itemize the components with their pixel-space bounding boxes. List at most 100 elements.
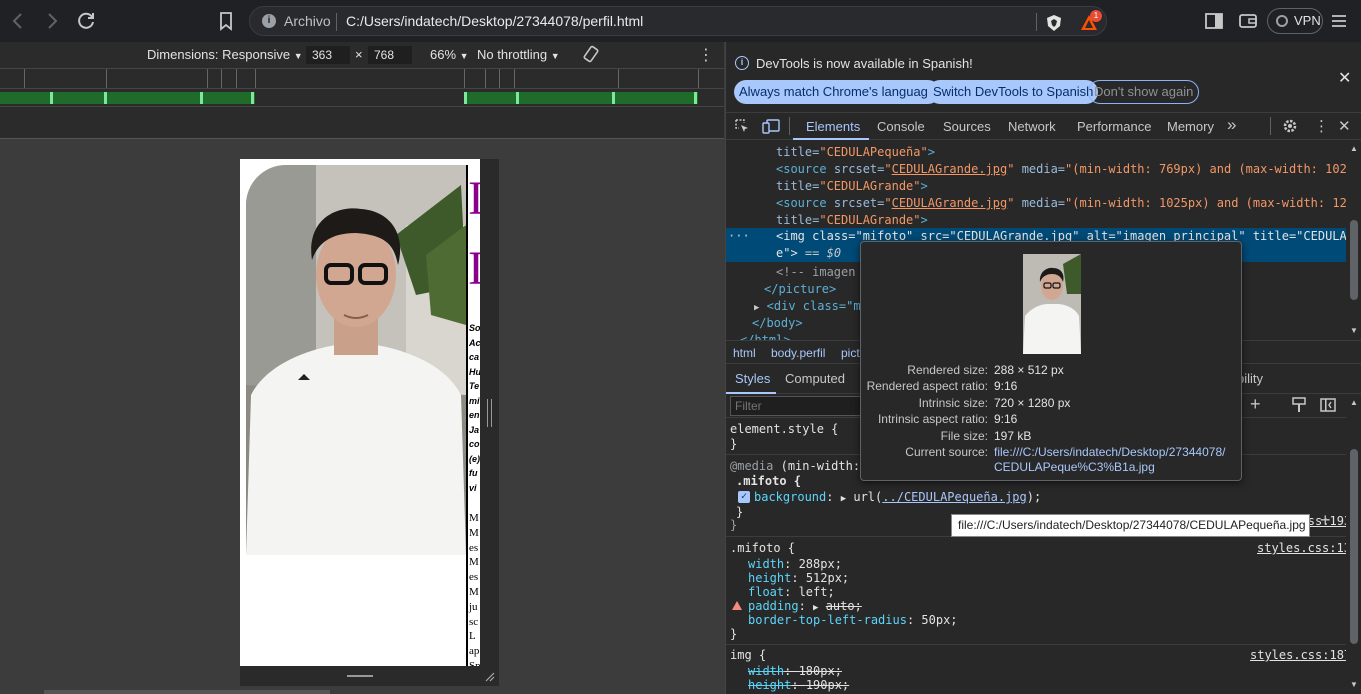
css-declaration[interactable]: height: 512px; <box>748 571 849 585</box>
css-declaration[interactable]: float: left; <box>748 585 835 599</box>
switch-language-button[interactable]: Switch DevTools to Spanish <box>928 80 1099 104</box>
tab-sources[interactable]: Sources <box>943 119 991 134</box>
menu-icon[interactable] <box>1327 9 1351 33</box>
scroll-down-icon[interactable]: ▼ <box>1350 680 1358 689</box>
dom-line[interactable]: </body> <box>752 315 803 332</box>
throttling-dropdown[interactable]: No throttling ▼ <box>477 47 560 62</box>
css-url-link[interactable]: ../CEDULAPequeña.jpg <box>882 490 1027 504</box>
devtools-tabs: Elements Console Sources Network Perform… <box>726 112 1361 140</box>
tab-memory[interactable]: Memory <box>1167 119 1214 134</box>
css-declaration[interactable]: width: 180px; <box>748 664 842 678</box>
vpn-button[interactable]: VPN <box>1267 8 1323 34</box>
dom-scrollbar[interactable]: ▲ ▼ <box>1346 140 1361 340</box>
scroll-down-icon[interactable]: ▼ <box>1350 326 1358 335</box>
tab-elements[interactable]: Elements <box>806 119 860 134</box>
dom-line[interactable]: title="CEDULAGrande"> <box>776 212 928 229</box>
reload-icon[interactable] <box>74 9 98 33</box>
breadcrumb-item[interactable]: html <box>733 346 756 360</box>
settings-gear-icon[interactable] <box>1282 118 1298 137</box>
dom-comment[interactable]: <!-- imagen p <box>776 264 870 281</box>
styles-scrollbar[interactable]: ▲ ▼ <box>1346 394 1361 694</box>
rotate-icon[interactable] <box>582 45 600 66</box>
expand-arrow-icon[interactable]: ▶ <box>813 603 818 613</box>
dom-line[interactable]: title="CEDULAPequeña"> <box>776 144 935 161</box>
expand-arrow-icon[interactable]: ▶ <box>841 494 846 504</box>
site-info-icon[interactable]: i <box>262 14 276 28</box>
times-sign: × <box>355 47 363 62</box>
rule-selector[interactable]: .mifoto { <box>736 474 801 488</box>
device-toolbar-icon[interactable] <box>762 118 780 137</box>
tooltip-source-link[interactable]: CEDULAPeque%C3%B1a.jpg <box>994 459 1155 475</box>
breadcrumb-item[interactable]: body.perfil <box>771 346 825 360</box>
dont-show-again-button[interactable]: Don't show again <box>1088 80 1200 104</box>
resize-handle-right[interactable] <box>480 159 499 686</box>
css-declaration[interactable]: width: 288px; <box>748 557 842 571</box>
url-tooltip: file:///C:/Users/indatech/Desktop/273440… <box>951 514 1310 537</box>
forward-icon[interactable] <box>40 9 64 33</box>
rule-selector[interactable]: img { <box>730 648 766 662</box>
expand-arrow-icon[interactable]: ▶ <box>754 303 759 313</box>
bookmark-icon[interactable] <box>214 9 238 33</box>
brave-rewards-icon[interactable]: 1 <box>1080 10 1102 32</box>
css-declaration[interactable]: border-top-left-radius: 50px; <box>748 613 958 627</box>
url-text[interactable]: C:/Users/indatech/Desktop/27344078/perfi… <box>346 13 643 29</box>
srcset-link[interactable]: CEDULAGrande.jpg <box>892 196 1008 210</box>
horizontal-scrollbar[interactable] <box>44 690 330 694</box>
dom-line[interactable]: title="CEDULAGrande"> <box>776 178 928 195</box>
tag-name: <source <box>776 196 827 210</box>
scroll-thumb[interactable] <box>1350 220 1358 300</box>
zoom-dropdown[interactable]: 66% ▼ <box>430 47 469 62</box>
scroll-up-icon[interactable]: ▲ <box>1350 144 1358 153</box>
corner-resize-icon[interactable] <box>483 670 495 682</box>
paint-brush-icon[interactable] <box>1292 397 1306 416</box>
height-input[interactable] <box>368 46 412 64</box>
inspect-element-icon[interactable] <box>734 118 750 137</box>
add-property-icon[interactable]: + <box>1320 510 1331 531</box>
warning-icon[interactable] <box>732 601 742 610</box>
back-icon[interactable] <box>6 9 30 33</box>
tab-network[interactable]: Network <box>1008 119 1056 134</box>
source-link[interactable]: styles.css:187 <box>1250 648 1346 662</box>
wallet-icon[interactable] <box>1236 9 1260 33</box>
drag-handle-icon[interactable] <box>487 399 492 427</box>
media-query-bar-min-width[interactable] <box>0 88 724 106</box>
tab-computed[interactable]: Computed <box>785 371 845 386</box>
close-devtools-icon[interactable]: ✕ <box>1338 117 1351 135</box>
resize-handle-bottom[interactable] <box>240 666 499 686</box>
scroll-up-icon[interactable]: ▲ <box>1350 398 1358 407</box>
more-tabs-icon[interactable]: » <box>1227 115 1236 135</box>
drag-handle-icon[interactable] <box>347 675 373 677</box>
tab-performance[interactable]: Performance <box>1077 119 1151 134</box>
new-rule-icon[interactable]: + <box>1250 394 1261 415</box>
rule-selector[interactable]: .mifoto { <box>730 541 795 555</box>
more-options-icon[interactable]: ⋮ <box>1314 117 1329 135</box>
media-range-bar[interactable] <box>464 92 698 104</box>
dimensions-dropdown[interactable]: Dimensions: Responsive ▼ <box>147 47 303 62</box>
node-actions-icon[interactable]: ··· <box>728 228 750 245</box>
element-style-selector[interactable]: element.style { <box>730 422 838 436</box>
scroll-thumb[interactable] <box>1350 449 1358 644</box>
css-declaration[interactable]: height: 190px; <box>748 678 849 692</box>
media-range-bar[interactable] <box>0 92 255 104</box>
property-checkbox[interactable]: ✓ <box>738 491 750 503</box>
dom-line[interactable]: </html> <box>740 332 791 340</box>
close-infobar-icon[interactable]: ✕ <box>1338 68 1351 88</box>
media-query-bar[interactable] <box>0 68 724 89</box>
toggle-sidebar-icon[interactable] <box>1320 397 1336 416</box>
address-bar[interactable]: i Archivo C:/Users/indatech/Desktop/2734… <box>249 6 1107 36</box>
width-input[interactable] <box>306 46 350 64</box>
srcset-link[interactable]: CEDULAGrande.jpg <box>892 162 1008 176</box>
css-declaration[interactable]: background: ▶ url(../CEDULAPequeña.jpg); <box>754 490 1041 506</box>
dom-line[interactable]: </picture> <box>764 281 836 298</box>
tooltip-source-link[interactable]: file:///C:/Users/indatech/Desktop/273440… <box>994 444 1225 460</box>
sidebar-icon[interactable] <box>1202 9 1226 33</box>
match-language-button[interactable]: Always match Chrome's language <box>734 80 941 104</box>
brave-shields-icon[interactable] <box>1045 14 1063 32</box>
breadcrumb-item[interactable]: pict <box>841 346 860 360</box>
tab-styles[interactable]: Styles <box>735 371 770 386</box>
more-options-icon[interactable]: ⋮ <box>698 45 714 65</box>
source-link[interactable]: styles.css:13 <box>1257 541 1346 555</box>
tab-console[interactable]: Console <box>877 119 925 134</box>
dom-line[interactable]: <source srcset="CEDULAGrande.jpg" media=… <box>776 195 1346 212</box>
dom-line[interactable]: <source srcset="CEDULAGrande.jpg" media=… <box>776 161 1346 178</box>
